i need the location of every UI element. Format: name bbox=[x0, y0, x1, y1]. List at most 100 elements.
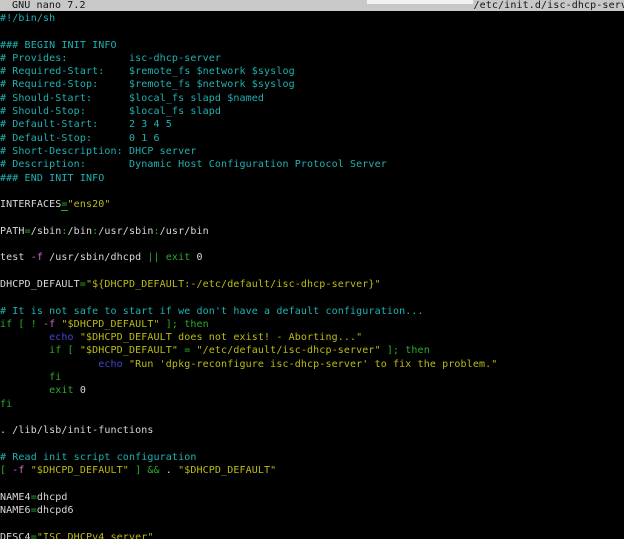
code-segment: -f bbox=[43, 319, 55, 330]
code-segment: NAME6 bbox=[0, 505, 31, 516]
code-segment: "$DHCPD_DEFAULT" bbox=[31, 465, 129, 476]
code-segment: echo bbox=[98, 359, 123, 370]
code-line: NAME4=dhcpd bbox=[0, 491, 624, 504]
code-segment: && bbox=[147, 465, 159, 476]
code-segment: # Should-Stop: $local_fs slapd bbox=[0, 106, 221, 117]
code-line: [ -f "$DHCPD_DEFAULT" ] && . "$DHCPD_DEF… bbox=[0, 464, 624, 477]
code-segment: "ISC DHCPv4 server" bbox=[37, 532, 154, 539]
code-line bbox=[0, 238, 624, 251]
code-line: . /lib/lsb/init-functions bbox=[0, 424, 624, 437]
code-segment: fi bbox=[49, 372, 61, 383]
code-segment: # Description: Dynamic Host Configuratio… bbox=[0, 159, 387, 170]
code-segment: fi bbox=[0, 399, 12, 410]
code-line: PATH=/sbin:/bin:/usr/sbin:/usr/bin bbox=[0, 225, 624, 238]
code-segment: 0 bbox=[190, 252, 202, 263]
code-line: #!/bin/sh bbox=[0, 12, 624, 25]
code-segment: #!/bin/sh bbox=[0, 13, 55, 24]
code-segment bbox=[0, 345, 49, 356]
code-line: # Read init script configuration bbox=[0, 451, 624, 464]
code-line bbox=[0, 25, 624, 38]
code-line: fi bbox=[0, 371, 624, 384]
code-line: # Should-Start: $local_fs slapd $named bbox=[0, 92, 624, 105]
code-segment: # It is not safe to start if we don't ha… bbox=[0, 306, 424, 317]
code-segment: "$DHCPD_DEFAULT" bbox=[80, 345, 178, 356]
code-segment: . /lib/lsb/init-functions bbox=[0, 425, 154, 436]
code-segment: dhcpd6 bbox=[37, 505, 74, 516]
code-line: # Provides: isc-dhcp-server bbox=[0, 52, 624, 65]
code-line: ### END INIT INFO bbox=[0, 172, 624, 185]
code-line bbox=[0, 477, 624, 490]
code-segment: # Required-Stop: $remote_fs $network $sy… bbox=[0, 79, 295, 90]
code-line: echo "$DHCPD_DEFAULT does not exist! - A… bbox=[0, 331, 624, 344]
code-line: if [ ! -f "$DHCPD_DEFAULT" ]; then bbox=[0, 318, 624, 331]
code-line: INTERFACES="ens20" bbox=[0, 198, 624, 211]
code-segment: /bin bbox=[68, 226, 93, 237]
code-segment: ### BEGIN INIT INFO bbox=[0, 40, 117, 51]
code-line: NAME6=dhcpd6 bbox=[0, 504, 624, 517]
code-segment: INTERFACES bbox=[0, 199, 61, 210]
code-line: fi bbox=[0, 398, 624, 411]
code-segment: 0 bbox=[74, 385, 86, 396]
code-line: if [ "$DHCPD_DEFAULT" = "/etc/default/is… bbox=[0, 344, 624, 357]
code-segment bbox=[0, 372, 49, 383]
code-line bbox=[0, 411, 624, 424]
code-line: DHCPD_DEFAULT="${DHCPD_DEFAULT:-/etc/def… bbox=[0, 278, 624, 291]
code-line: # Required-Start: $remote_fs $network $s… bbox=[0, 65, 624, 78]
code-line bbox=[0, 517, 624, 530]
artifact-highlight bbox=[367, 0, 473, 4]
code-line bbox=[0, 291, 624, 304]
code-line: # Short-Description: DHCP server bbox=[0, 145, 624, 158]
code-line: # Description: Dynamic Host Configuratio… bbox=[0, 158, 624, 171]
code-segment: # Default-Stop: 0 1 6 bbox=[0, 133, 160, 144]
code-line: # Required-Stop: $remote_fs $network $sy… bbox=[0, 78, 624, 91]
code-segment: echo bbox=[49, 332, 74, 343]
code-segment: /usr/sbin bbox=[98, 226, 153, 237]
code-segment: "$DHCPD_DEFAULT" bbox=[61, 319, 159, 330]
code-segment: then bbox=[184, 319, 209, 330]
code-line: # Should-Stop: $local_fs slapd bbox=[0, 105, 624, 118]
app-version: GNU nano 7.2 bbox=[12, 0, 86, 11]
code-segment: dhcpd bbox=[37, 492, 68, 503]
code-segment: ### END INIT INFO bbox=[0, 173, 104, 184]
code-line: exit 0 bbox=[0, 384, 624, 397]
code-segment: DESC4 bbox=[0, 532, 31, 539]
code-segment: NAME4 bbox=[0, 492, 31, 503]
code-segment: "$DHCPD_DEFAULT does not exist! - Aborti… bbox=[80, 332, 362, 343]
code-segment: PATH bbox=[0, 226, 25, 237]
nano-titlebar: GNU nano 7.2 /etc/init.d/isc-dhcp-serv bbox=[0, 0, 624, 11]
code-segment: /usr/sbin/dhcpd bbox=[43, 252, 147, 263]
code-segment: # Required-Start: $remote_fs $network $s… bbox=[0, 66, 295, 77]
code-line: # It is not safe to start if we don't ha… bbox=[0, 305, 624, 318]
code-segment: ]; bbox=[166, 319, 178, 330]
code-segment: exit bbox=[49, 385, 74, 396]
code-line: ### BEGIN INIT INFO bbox=[0, 39, 624, 52]
code-line: # Default-Start: 2 3 4 5 bbox=[0, 118, 624, 131]
code-segment: if [ bbox=[0, 319, 25, 330]
code-segment: "ens20" bbox=[68, 199, 111, 210]
code-line: # Default-Stop: 0 1 6 bbox=[0, 132, 624, 145]
code-segment: /usr/bin bbox=[160, 226, 209, 237]
code-line bbox=[0, 265, 624, 278]
code-segment: DHCPD_DEFAULT bbox=[0, 279, 80, 290]
code-segment: ]; bbox=[387, 345, 399, 356]
code-segment: -f bbox=[31, 252, 43, 263]
code-line bbox=[0, 438, 624, 451]
code-segment: # Should-Start: $local_fs slapd $named bbox=[0, 93, 264, 104]
code-segment bbox=[0, 385, 49, 396]
code-segment: test bbox=[0, 252, 31, 263]
code-segment: # Provides: isc-dhcp-server bbox=[0, 53, 221, 64]
code-segment: then bbox=[405, 345, 430, 356]
code-segment: if [ bbox=[49, 345, 74, 356]
terminal-screen: { "app": { "name_version": "GNU nano 7.2… bbox=[0, 0, 624, 539]
code-segment: || bbox=[147, 252, 159, 263]
code-segment: exit bbox=[166, 252, 191, 263]
code-segment: "/etc/default/isc-dhcp-server" bbox=[197, 345, 381, 356]
code-segment: # Read init script configuration bbox=[0, 452, 197, 463]
code-segment: # Default-Start: 2 3 4 5 bbox=[0, 119, 172, 130]
editor-buffer[interactable]: #!/bin/sh ### BEGIN INIT INFO # Provides:… bbox=[0, 12, 624, 539]
code-segment: /sbin bbox=[31, 226, 62, 237]
code-line bbox=[0, 185, 624, 198]
code-line: DESC4="ISC DHCPv4 server" bbox=[0, 531, 624, 539]
code-segment: "$DHCPD_DEFAULT" bbox=[178, 465, 276, 476]
code-segment: "${DHCPD_DEFAULT:-/etc/default/isc-dhcp-… bbox=[86, 279, 381, 290]
